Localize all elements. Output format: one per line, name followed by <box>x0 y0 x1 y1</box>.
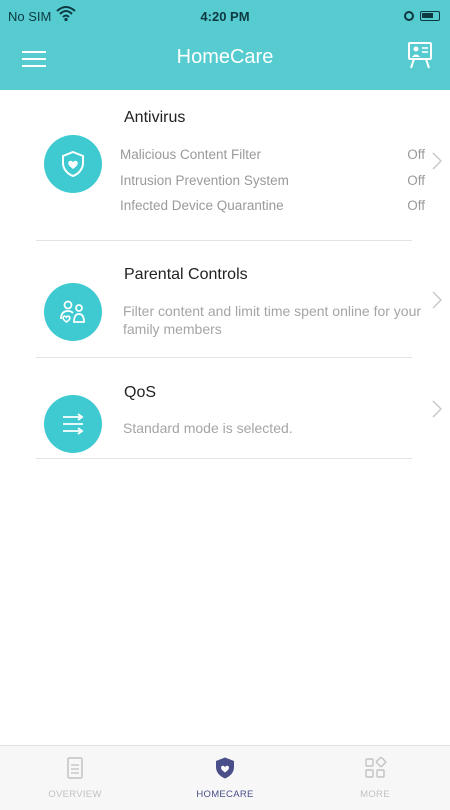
chevron-right-icon <box>432 400 442 418</box>
parental-controls-icon <box>44 283 102 341</box>
chevron-right-icon <box>432 291 442 309</box>
top-bar: No SIM 4:20 PM HomeCare <box>0 0 450 90</box>
chevron-right-icon <box>432 152 442 170</box>
feature-status: Off <box>407 173 425 188</box>
feature-label: Malicious Content Filter <box>120 147 262 162</box>
feature-label: Infected Device Quarantine <box>120 198 284 213</box>
antivirus-title: Antivirus <box>124 109 186 126</box>
homecare-shield-icon <box>216 757 234 779</box>
qos-title: QoS <box>124 384 157 401</box>
qos-icon <box>44 395 102 453</box>
help-presentation-icon[interactable] <box>406 40 434 70</box>
bottom-tab-bar: OVERVIEW HOMECARE MORE <box>0 745 450 810</box>
qos-description: Standard mode is selected. <box>123 420 293 436</box>
qos-row[interactable]: QoS Standard mode is selected. <box>0 358 450 459</box>
tab-label: MORE <box>360 789 390 800</box>
feature-intrusion-prevention: Intrusion Prevention System Off <box>120 173 425 188</box>
parental-controls-row[interactable]: Parental Controls Filter content and lim… <box>0 241 450 358</box>
feature-status: Off <box>407 198 425 213</box>
battery-icon <box>420 11 440 21</box>
tab-label: OVERVIEW <box>48 789 102 800</box>
divider <box>36 458 412 459</box>
tab-label: HOMECARE <box>196 789 254 800</box>
tab-more[interactable]: MORE <box>300 746 450 810</box>
app-header: HomeCare <box>0 30 450 90</box>
status-bar: No SIM 4:20 PM <box>0 0 450 30</box>
tab-overview[interactable]: OVERVIEW <box>0 746 150 810</box>
parental-controls-title: Parental Controls <box>124 266 248 283</box>
more-grid-icon <box>365 756 387 778</box>
feature-status: Off <box>407 147 425 162</box>
antivirus-row[interactable]: Antivirus Malicious Content Filter Off I… <box>0 90 450 241</box>
orientation-lock-icon <box>404 11 414 21</box>
feature-malicious-content-filter: Malicious Content Filter Off <box>120 147 425 162</box>
tab-homecare[interactable]: HOMECARE <box>150 746 300 810</box>
page-title: HomeCare <box>176 46 274 68</box>
parental-controls-description: Filter content and limit time spent onli… <box>123 303 422 337</box>
overview-icon <box>67 757 83 779</box>
feature-label: Intrusion Prevention System <box>120 173 289 188</box>
feature-infected-device-quarantine: Infected Device Quarantine Off <box>120 198 425 213</box>
homecare-feature-list: Antivirus Malicious Content Filter Off I… <box>0 90 450 459</box>
status-time: 4:20 PM <box>200 9 250 24</box>
antivirus-icon <box>44 135 102 193</box>
